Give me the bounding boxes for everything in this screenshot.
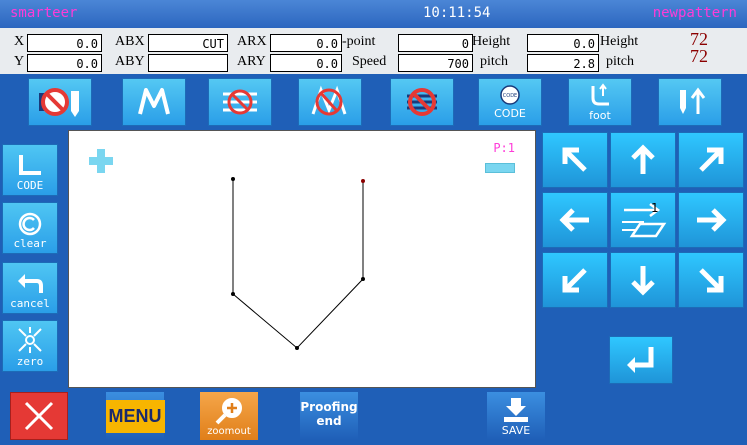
no-sew-icon bbox=[39, 88, 79, 117]
proofing-end-label: end bbox=[316, 414, 342, 428]
point-label: -point bbox=[342, 34, 376, 49]
clock: 10:11:54 bbox=[423, 5, 491, 21]
clear-label: clear bbox=[13, 237, 47, 250]
pattern-name: newpattern bbox=[652, 5, 737, 21]
close-icon bbox=[24, 401, 54, 431]
left-toolbar: CODE clear cancel zero bbox=[0, 130, 62, 390]
zero-button[interactable]: zero bbox=[2, 320, 58, 372]
code-button[interactable]: CODE CODE bbox=[478, 78, 542, 126]
no-trim-button[interactable] bbox=[390, 78, 454, 126]
cancel-button[interactable]: cancel bbox=[2, 262, 58, 314]
proofing-label: Proofing bbox=[300, 400, 358, 414]
arrow-up-right-button[interactable] bbox=[678, 132, 744, 188]
bottom-bar: MENU zoomout Proofing end SAVE bbox=[0, 388, 747, 445]
code-side-button[interactable]: CODE bbox=[2, 144, 58, 196]
title-bar: smarteer 10:11:54 newpattern bbox=[0, 0, 747, 28]
cancel-label: cancel bbox=[10, 297, 50, 310]
pattern-path bbox=[231, 177, 365, 350]
aby-label: ABY bbox=[115, 54, 145, 69]
save-button[interactable]: SAVE bbox=[487, 392, 545, 440]
ary-label: ARY bbox=[237, 54, 266, 69]
arrow-pad: 1 bbox=[538, 130, 746, 310]
proofing-end-button[interactable]: Proofing end bbox=[300, 392, 358, 440]
arrow-down-right-icon bbox=[699, 268, 724, 293]
app-name: smarteer bbox=[10, 5, 78, 21]
undo-icon bbox=[18, 274, 43, 293]
height-label: Height bbox=[472, 34, 511, 49]
code-side-label: CODE bbox=[16, 179, 44, 192]
arrow-right-icon bbox=[697, 208, 727, 232]
no-trim-icon bbox=[407, 88, 437, 116]
arrow-down-right-button[interactable] bbox=[678, 252, 744, 308]
y-label: Y bbox=[14, 54, 25, 69]
foot-label: foot bbox=[589, 109, 611, 122]
svg-text:CODE: CODE bbox=[503, 93, 517, 99]
point-value: 0 bbox=[398, 34, 473, 52]
arrow-up-left-button[interactable] bbox=[542, 132, 608, 188]
status-panel: X 0.0 Y 0.0 ABX CUT ABY ARX 0.0 ARY 0.0 … bbox=[0, 28, 747, 74]
no-fill-icon bbox=[223, 89, 257, 115]
arrow-down-left-icon bbox=[562, 268, 587, 293]
arrow-down-button[interactable] bbox=[610, 252, 676, 308]
menu-label: MENU bbox=[105, 399, 165, 433]
needle-up-button[interactable] bbox=[658, 78, 722, 126]
toolbar: CODE CODE foot bbox=[0, 74, 747, 130]
zero-origin-icon bbox=[18, 327, 42, 353]
close-button[interactable] bbox=[10, 392, 68, 440]
corner-icon bbox=[19, 155, 41, 175]
enter-icon bbox=[627, 347, 654, 373]
abx-value: CUT bbox=[148, 34, 228, 52]
no-zigzag-button[interactable] bbox=[298, 78, 362, 126]
pattern-canvas[interactable]: P:1 bbox=[68, 130, 536, 388]
code-circle-icon: CODE bbox=[500, 85, 520, 105]
x-value: 0.0 bbox=[27, 34, 102, 52]
foot-button[interactable]: foot bbox=[568, 78, 632, 126]
zigzag-icon bbox=[138, 88, 170, 115]
feed-move-icon: 1 bbox=[622, 201, 667, 238]
arrow-left-icon bbox=[559, 208, 589, 232]
aby-value bbox=[148, 54, 228, 72]
zoomout-label: zoomout bbox=[207, 425, 251, 437]
arrow-down-icon bbox=[631, 266, 655, 296]
save-label: SAVE bbox=[501, 423, 531, 437]
arrow-up-left-icon bbox=[562, 147, 587, 172]
arrow-up-right-icon bbox=[699, 147, 724, 172]
height2-label: Height bbox=[600, 34, 639, 49]
feed-move-button[interactable]: 1 bbox=[610, 192, 676, 248]
pitch-value: 2.8 bbox=[527, 54, 599, 72]
pitch2-label: pitch bbox=[606, 54, 634, 69]
no-fill-button[interactable] bbox=[208, 78, 272, 126]
magnifier-icon bbox=[215, 397, 242, 424]
abx-label: ABX bbox=[115, 34, 145, 49]
arx-value: 0.0 bbox=[270, 34, 342, 52]
y-value: 0.0 bbox=[27, 54, 102, 72]
needle-up-icon bbox=[680, 87, 706, 114]
no-sew-button[interactable] bbox=[28, 78, 92, 126]
pitch-label: pitch bbox=[480, 54, 508, 69]
arrow-right-button[interactable] bbox=[678, 192, 744, 248]
zero-label: zero bbox=[16, 355, 44, 368]
height-value: 0.0 bbox=[527, 34, 599, 52]
code-label: CODE bbox=[494, 107, 526, 120]
speed-label: Speed bbox=[352, 54, 387, 69]
arrow-up-button[interactable] bbox=[610, 132, 676, 188]
zigzag-button[interactable] bbox=[122, 78, 186, 126]
copyright-icon bbox=[18, 212, 42, 236]
arrow-down-left-button[interactable] bbox=[542, 252, 608, 308]
zoomout-button[interactable]: zoomout bbox=[200, 392, 258, 440]
ary-value: 0.0 bbox=[270, 54, 342, 72]
save-icon bbox=[504, 397, 528, 422]
menu-button[interactable]: MENU bbox=[105, 392, 165, 440]
arrow-up-icon bbox=[631, 144, 655, 174]
enter-button[interactable] bbox=[609, 336, 673, 384]
no-zigzag-icon bbox=[311, 85, 347, 116]
clear-button[interactable]: clear bbox=[2, 202, 58, 254]
x-label: X bbox=[14, 34, 25, 49]
feed-badge: 1 bbox=[651, 201, 659, 215]
arrow-left-button[interactable] bbox=[542, 192, 608, 248]
arx-label: ARX bbox=[237, 34, 267, 49]
foot-icon bbox=[591, 83, 609, 106]
speed-value: 700 bbox=[398, 54, 473, 72]
